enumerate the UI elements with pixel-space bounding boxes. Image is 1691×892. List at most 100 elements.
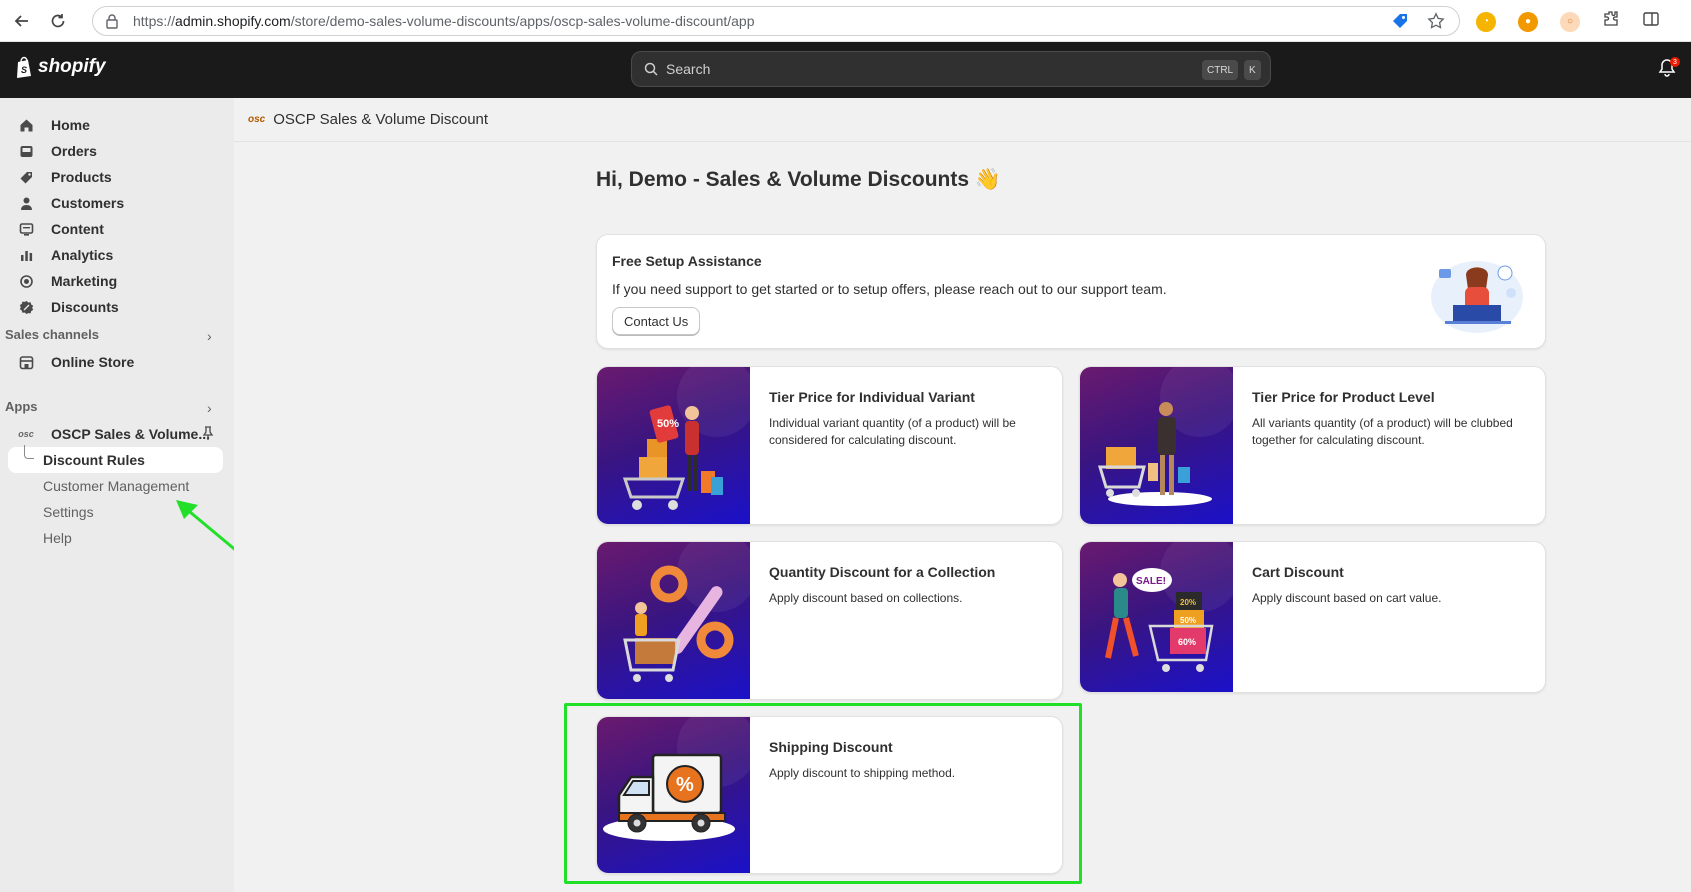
reload-button[interactable]	[44, 7, 72, 35]
support-agent-illustration	[1431, 261, 1523, 333]
sidebar-item-marketing[interactable]: Marketing	[8, 268, 223, 294]
tag-extension-icon[interactable]	[1391, 12, 1409, 33]
contact-us-button[interactable]: Contact Us	[612, 307, 701, 335]
offer-description: All variants quantity (of a product) wil…	[1252, 416, 1513, 447]
apps-heading[interactable]: Apps	[5, 399, 38, 414]
notification-badge: 3	[1670, 57, 1680, 67]
setup-assistance-card: Free Setup Assistance If you need suppor…	[596, 234, 1546, 349]
app-logo-icon: osc	[18, 429, 34, 439]
extensions-puzzle-icon[interactable]	[1602, 10, 1620, 33]
sidebar-item-label: Discounts	[51, 299, 119, 315]
arrow-left-icon	[14, 14, 28, 27]
sidebar-item-content[interactable]: Content	[8, 216, 223, 242]
sale-50-label: 50%	[657, 418, 679, 430]
search-placeholder: Search	[666, 61, 711, 77]
shopping-woman-illustration: 50%	[622, 367, 750, 510]
shopify-logo[interactable]: S shopify	[14, 56, 106, 78]
address-bar[interactable]: https://admin.shopify.com/store/demo-sal…	[92, 6, 1460, 36]
sidebar-item-label: Content	[51, 221, 104, 237]
inbox-icon	[18, 143, 34, 159]
offer-title: Cart Discount	[1252, 564, 1344, 580]
extension-peach-icon[interactable]: ○	[1560, 11, 1580, 32]
shopping-man-illustration	[1097, 367, 1233, 506]
offer-card-product-level[interactable]: Tier Price for Product Level All variant…	[1079, 366, 1546, 525]
chevron-right-icon[interactable]: ›	[207, 328, 212, 344]
page-title: Hi, Demo - Sales & Volume Discounts 👋	[596, 168, 1002, 191]
sidebar-subitem-settings[interactable]: Settings	[43, 504, 94, 520]
site-info-icon[interactable]	[105, 13, 119, 29]
extension-speed-icon[interactable]: ◔	[1476, 11, 1496, 32]
side-panel-icon[interactable]	[1642, 10, 1660, 33]
sidebar-item-customers[interactable]: Customers	[8, 190, 223, 216]
offer-title: Tier Price for Individual Variant	[769, 389, 975, 405]
sidebar-subitem-discount-rules[interactable]: Discount Rules	[43, 452, 145, 468]
store-icon	[18, 354, 34, 370]
sidebar-item-label: OSCP Sales & Volume...	[51, 426, 210, 442]
sidebar-subitem-customer-management[interactable]: Customer Management	[43, 478, 189, 494]
sidebar-item-label: Online Store	[51, 354, 135, 370]
sales-channels-heading[interactable]: Sales channels	[5, 327, 99, 342]
offer-card-individual-variant[interactable]: 50% Tier Price for Individual Variant In…	[596, 366, 1063, 525]
sidebar-item-home[interactable]: Home	[8, 112, 223, 138]
offer-image: SALE! 20% 50% 60%	[1080, 542, 1233, 692]
offer-image: 50%	[597, 367, 750, 524]
percent-cart-illustration	[623, 542, 750, 682]
sidebar-item-orders[interactable]: Orders	[8, 138, 223, 164]
tree-connector	[24, 445, 34, 459]
person-icon	[18, 195, 34, 211]
sale-20-label: 20%	[1180, 598, 1196, 607]
bar-chart-icon	[18, 247, 34, 263]
sidebar-item-label: Products	[51, 169, 112, 185]
target-icon	[18, 273, 34, 289]
offer-title: Tier Price for Product Level	[1252, 389, 1435, 405]
sidebar-item-discounts[interactable]: Discounts	[8, 294, 223, 320]
sidebar-item-label: Marketing	[51, 273, 118, 289]
sidebar-item-analytics[interactable]: Analytics	[8, 242, 223, 268]
search-icon	[644, 62, 658, 76]
chevron-right-icon[interactable]: ›	[207, 400, 212, 416]
back-button[interactable]	[8, 7, 36, 35]
svg-text:S: S	[21, 65, 27, 75]
offer-image	[597, 542, 750, 699]
setup-description: If you need support to get started or to…	[612, 281, 1167, 297]
setup-title: Free Setup Assistance	[612, 253, 762, 269]
offer-title: Quantity Discount for a Collection	[769, 564, 996, 580]
offer-description: Apply discount based on cart value.	[1252, 591, 1442, 605]
sidebar-subitem-help[interactable]: Help	[43, 530, 72, 546]
offer-card-cart[interactable]: SALE! 20% 50% 60% Cart Discount Apply di…	[1079, 541, 1546, 693]
sidebar-item-label: Home	[51, 117, 90, 133]
offer-description: Apply discount based on collections.	[769, 591, 963, 605]
browser-toolbar: https://admin.shopify.com/store/demo-sal…	[0, 0, 1691, 42]
sidebar-item-oscp-app[interactable]: osc OSCP Sales & Volume...	[8, 421, 223, 447]
url-path: /store/demo-sales-volume-discounts/apps/…	[290, 13, 755, 29]
sale-60-label: 60%	[1178, 637, 1196, 647]
sidebar-item-label: Orders	[51, 143, 97, 159]
reload-icon	[51, 13, 65, 27]
sidebar-item-label: Customers	[51, 195, 125, 211]
app-logo: osc	[248, 114, 266, 125]
app-title-bar: osc OSCP Sales & Volume Discount	[234, 98, 1691, 142]
content-icon	[18, 221, 34, 237]
url-host: admin.shopify.com	[175, 13, 291, 29]
app-title: OSCP Sales & Volume Discount	[273, 111, 489, 128]
home-icon	[18, 117, 34, 133]
sidebar-item-products[interactable]: Products	[8, 164, 223, 190]
sale-50-label: 50%	[1180, 616, 1196, 625]
shopify-bag-icon: S	[17, 56, 31, 78]
sale-label: SALE!	[1136, 576, 1166, 587]
annotation-highlight-box	[564, 703, 1082, 884]
offer-card-collection[interactable]: Quantity Discount for a Collection Apply…	[596, 541, 1063, 700]
discount-icon	[18, 299, 34, 315]
shortcut-ctrl-key: CTRL	[1202, 60, 1239, 80]
shortcut-k-key: K	[1244, 60, 1261, 80]
admin-topbar: S shopify Search CTRL K 3	[0, 42, 1691, 98]
sidebar-item-online-store[interactable]: Online Store	[8, 349, 223, 375]
extension-orange-icon[interactable]: ●	[1518, 11, 1538, 32]
pin-icon[interactable]	[202, 426, 214, 444]
offer-description: Individual variant quantity (of a produc…	[769, 416, 1016, 447]
offer-image	[1080, 367, 1233, 524]
tag-icon	[18, 169, 34, 185]
url-prefix: https://	[133, 13, 176, 29]
bookmark-star-icon[interactable]	[1427, 12, 1445, 33]
search-input[interactable]: Search CTRL K	[631, 51, 1271, 87]
